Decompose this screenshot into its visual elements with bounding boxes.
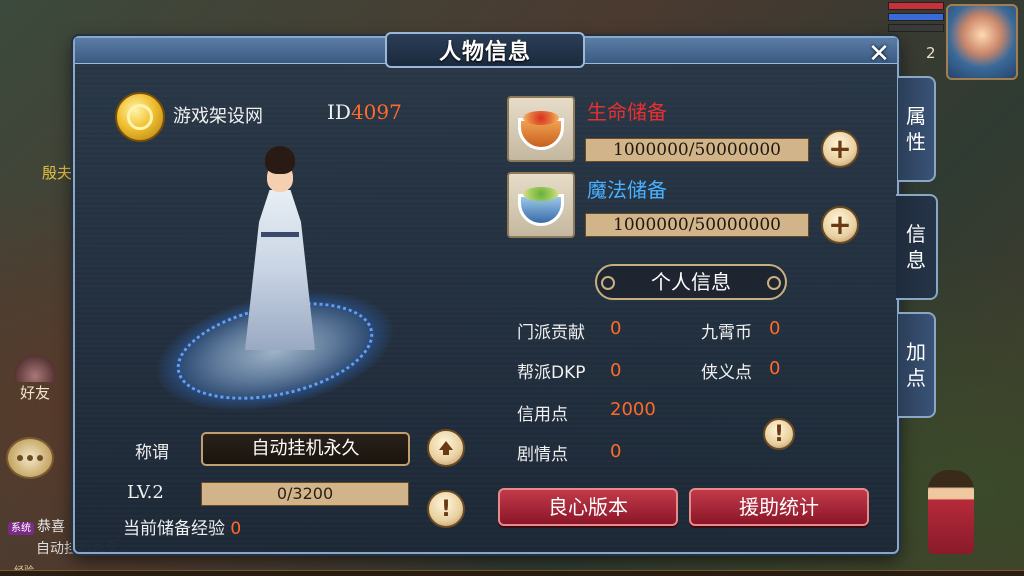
player-id: ID4097 <box>327 100 402 124</box>
plus-icon: + <box>828 132 852 165</box>
tab-info[interactable]: 信 息 <box>896 194 938 300</box>
exp-progress-bar: 0/3200 <box>201 482 409 506</box>
hp-potion-icon <box>507 96 575 162</box>
npc-character[interactable] <box>928 470 974 554</box>
exp-mini-bar <box>888 24 944 32</box>
title-field[interactable]: 自动挂机永久 <box>201 432 410 466</box>
character-info-panel: 人物信息 ✕ 游戏架设网 ID4097 称谓 自动挂机永久 LV.2 0/320… <box>73 32 899 554</box>
arrow-up-icon <box>439 440 453 455</box>
tab-attributes[interactable]: 属 性 <box>898 76 936 182</box>
hp-reserve-bar: 1000000/50000000 <box>585 138 809 162</box>
mp-reserve-label: 魔法储备 <box>587 178 667 202</box>
tab-add-points[interactable]: 加 点 <box>898 312 936 418</box>
chat-tag: 系统 <box>8 522 34 535</box>
close-button[interactable]: ✕ <box>865 41 893 69</box>
stat-value-story: 0 <box>610 441 622 462</box>
status-bars <box>888 2 944 35</box>
conscience-version-button[interactable]: 良心版本 <box>498 488 678 526</box>
npc-name-label: 殷夫 <box>42 164 73 182</box>
stat-label-story: 剧情点 <box>517 445 568 465</box>
friend-icon <box>10 352 60 382</box>
stored-exp-value: 0 <box>230 519 242 539</box>
chat-message: 系统 恭喜 <box>8 516 65 536</box>
tab-attributes-label: 属 性 <box>906 104 926 154</box>
personal-info-header: 个人信息 <box>595 264 787 300</box>
stat-value-guild-dkp: 0 <box>610 360 622 381</box>
panel-title: 人物信息 <box>385 32 585 68</box>
stat-value-credit: 2000 <box>610 399 656 420</box>
player-badge-icon <box>115 92 165 142</box>
stored-exp-label: 当前储备经验 <box>123 519 225 539</box>
level-label: LV.2 <box>127 482 164 503</box>
hp-reserve-label: 生命储备 <box>587 100 667 124</box>
stat-label-credit: 信用点 <box>517 405 568 425</box>
top-level-number: 2 <box>926 44 936 62</box>
chat-text: 恭喜 <box>37 519 65 535</box>
friend-label: 好友 <box>19 384 50 402</box>
friend-button[interactable]: 好友 <box>8 352 62 412</box>
mp-add-button[interactable]: + <box>821 206 859 244</box>
tab-info-label: 信 息 <box>906 222 926 272</box>
stored-exp: 当前储备经验 0 <box>123 514 241 539</box>
mp-potion-icon <box>507 172 575 238</box>
player-name: 游戏架设网 <box>173 106 263 127</box>
tab-add-points-label: 加 点 <box>906 340 926 390</box>
player-id-value: 4097 <box>350 100 402 124</box>
stats-info-button[interactable]: ! <box>763 418 795 450</box>
stat-label-jiuxiao-coin: 九霄币 <box>701 323 752 343</box>
stat-label-guild-dkp: 帮派DKP <box>517 363 586 383</box>
bottom-exp-bar <box>0 570 1024 576</box>
chat-icon[interactable] <box>6 437 54 479</box>
title-label: 称谓 <box>135 443 169 463</box>
stat-value-chivalry: 0 <box>769 358 781 379</box>
hp-bar <box>888 2 944 10</box>
stat-value-sect-contribution: 0 <box>610 318 622 339</box>
player-avatar[interactable] <box>946 4 1018 80</box>
character-model <box>146 146 405 430</box>
character-figure <box>245 146 315 356</box>
exclamation-icon: ! <box>440 496 452 522</box>
stat-label-chivalry: 侠义点 <box>701 363 752 383</box>
exclamation-icon: ! <box>773 421 785 447</box>
exp-info-button[interactable]: ! <box>427 490 465 528</box>
mp-reserve-bar: 1000000/50000000 <box>585 213 809 237</box>
upload-title-button[interactable] <box>427 429 465 467</box>
stat-value-jiuxiao-coin: 0 <box>769 318 781 339</box>
hp-add-button[interactable]: + <box>821 130 859 168</box>
aid-stats-button[interactable]: 援助统计 <box>689 488 869 526</box>
stat-label-sect-contribution: 门派贡献 <box>517 323 585 343</box>
plus-icon: + <box>828 208 852 241</box>
player-id-prefix: ID <box>327 100 351 124</box>
mp-bar <box>888 13 944 21</box>
